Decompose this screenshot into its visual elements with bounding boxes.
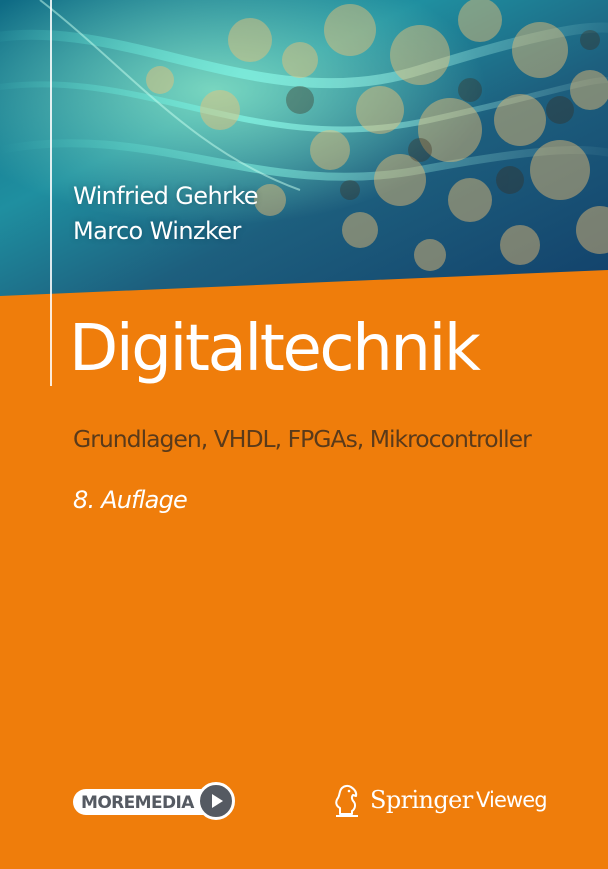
publisher-imprint: Vieweg xyxy=(476,788,548,812)
accent-vertical-line xyxy=(50,0,52,386)
springer-horse-icon xyxy=(335,784,358,817)
play-icon xyxy=(197,782,235,820)
author-name: Winfried Gehrke xyxy=(73,182,259,210)
publisher-name: Springer xyxy=(370,786,473,814)
moremedia-label: MOREMEDIA xyxy=(81,793,194,813)
book-title: Digitaltechnik xyxy=(69,312,481,386)
book-cover: Winfried Gehrke Marco Winzker Digitaltec… xyxy=(0,0,608,869)
book-subtitle: Grundlagen, VHDL, FPGAs, Mikrocontroller xyxy=(73,425,532,453)
edition-label: 8. Auflage xyxy=(73,486,188,514)
moremedia-badge: MOREMEDIA xyxy=(73,782,235,820)
publisher-logo: Springer Vieweg xyxy=(330,780,560,820)
author-name: Marco Winzker xyxy=(73,217,241,245)
cover-image-banner xyxy=(0,0,608,300)
